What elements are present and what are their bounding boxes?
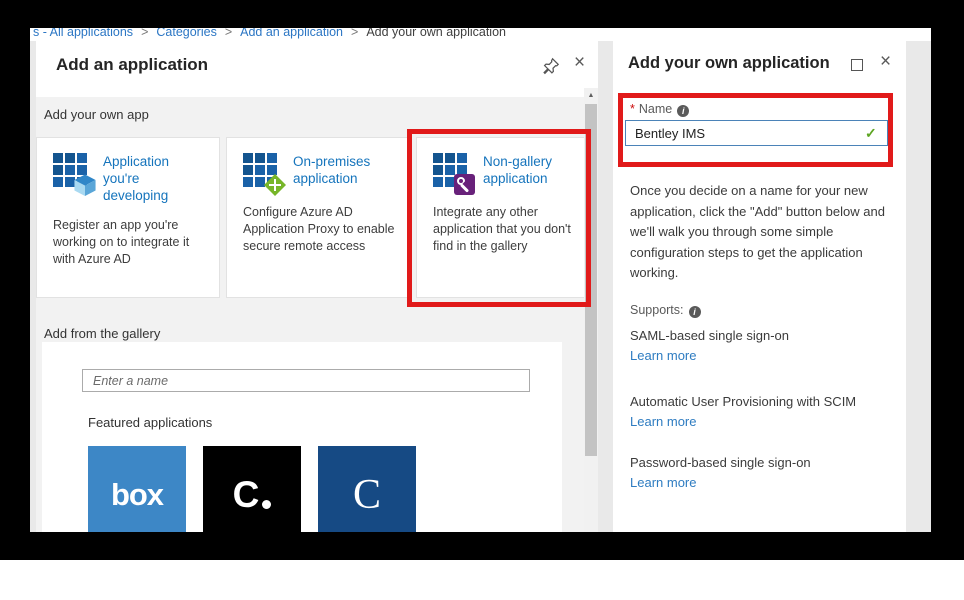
concur-logo: C	[232, 474, 260, 515]
tile-description: Configure Azure AD Application Proxy to …	[243, 205, 395, 253]
frame-border-left	[0, 0, 30, 560]
concur-logo-dot	[262, 499, 272, 509]
box-logo: box	[110, 477, 164, 512]
scroll-up-icon[interactable]: ▲	[584, 88, 598, 103]
support-item-password: Password-based single sign-on Learn more	[630, 453, 811, 493]
frame-border-right	[931, 0, 964, 560]
gallery-search-input[interactable]	[82, 369, 530, 392]
support-item-name: Password-based single sign-on	[630, 455, 811, 470]
supports-label-text: Supports:	[630, 303, 684, 317]
maximize-icon[interactable]	[851, 59, 863, 71]
azure-portal-content: s - All applications > Categories > Add …	[30, 28, 931, 547]
close-icon[interactable]: ×	[574, 52, 585, 74]
breadcrumb-categories[interactable]: Categories	[156, 28, 216, 40]
section-label-add-your-own-app: Add your own app	[44, 107, 149, 122]
tile-title[interactable]: Application you're developing	[103, 153, 203, 204]
highlight-name-field	[618, 93, 893, 167]
support-item-scim: Automatic User Provisioning with SCIM Le…	[630, 392, 856, 432]
blade-description: Once you decide on a name for your new a…	[630, 183, 885, 280]
info-icon[interactable]: i	[688, 306, 701, 318]
app-grid-icon	[53, 153, 96, 196]
featured-applications-label: Featured applications	[88, 415, 213, 430]
cube-icon	[74, 174, 96, 196]
learn-more-link[interactable]: Learn more	[630, 412, 856, 432]
breadcrumb-separator: >	[224, 28, 233, 39]
proxy-arrows-icon	[264, 174, 286, 196]
blade-title: Add your own application	[628, 54, 830, 72]
section-label-add-from-gallery: Add from the gallery	[44, 326, 161, 341]
tile-title[interactable]: On-premises application	[293, 153, 392, 191]
supports-label: Supports: i	[630, 303, 701, 318]
learn-more-link[interactable]: Learn more	[630, 473, 811, 493]
pin-icon[interactable]	[542, 57, 560, 75]
breadcrumb-all-applications[interactable]: s - All applications	[33, 28, 133, 40]
featured-app-concur[interactable]: C	[203, 446, 301, 544]
screenshot-frame: s - All applications > Categories > Add …	[0, 0, 964, 600]
featured-app-box[interactable]: box	[88, 446, 186, 544]
blade-title: Add an application	[56, 55, 209, 74]
breadcrumb-add-an-application[interactable]: Add an application	[240, 28, 343, 40]
featured-applications-row: box C C	[88, 446, 416, 544]
tile-on-premises-application[interactable]: On-premises application Configure Azure …	[226, 137, 409, 298]
breadcrumb-separator: >	[141, 28, 149, 39]
support-item-name: Automatic User Provisioning with SCIM	[630, 394, 857, 409]
breadcrumb-separator: >	[351, 28, 359, 39]
frame-border-bottom	[0, 532, 964, 560]
support-item-saml: SAML-based single sign-on Learn more	[630, 326, 789, 366]
gallery-panel: Featured applications box C C	[42, 342, 562, 547]
cornerstone-logo: C	[352, 472, 381, 518]
breadcrumb-current-page: Add your own application	[366, 28, 506, 39]
support-item-name: SAML-based single sign-on	[630, 328, 789, 343]
close-icon[interactable]: ×	[880, 51, 891, 73]
app-grid-icon	[243, 153, 286, 196]
learn-more-link[interactable]: Learn more	[630, 346, 789, 366]
blade-header: Add an application ×	[36, 40, 598, 97]
highlight-non-gallery-application	[407, 129, 591, 307]
featured-app-cornerstone[interactable]: C	[318, 446, 416, 544]
tile-description: Register an app you're working on to int…	[53, 218, 190, 266]
tile-application-you-are-developing[interactable]: Application you're developing Register a…	[36, 137, 220, 298]
frame-border-top	[0, 0, 964, 28]
